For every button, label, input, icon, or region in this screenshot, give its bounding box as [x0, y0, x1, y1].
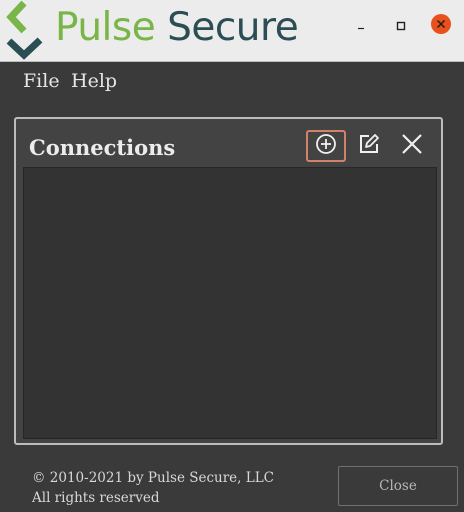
add-circle-icon	[315, 133, 337, 159]
connections-panel: Connections	[14, 117, 443, 445]
window-close-button[interactable]	[430, 13, 452, 39]
maximize-icon	[395, 17, 407, 36]
close-button[interactable]: Close	[338, 466, 458, 506]
brand-pulse: Pulse	[55, 5, 156, 50]
delete-x-icon	[401, 133, 423, 159]
menu-file[interactable]: File	[23, 70, 60, 92]
minimize-icon	[355, 17, 367, 36]
copyright-text: © 2010-2021 by Pulse Secure, LLC	[32, 470, 274, 486]
footer-text: © 2010-2021 by Pulse Secure, LLC All rig…	[32, 468, 274, 508]
edit-connection-button[interactable]	[349, 130, 389, 162]
menu-help[interactable]: Help	[71, 70, 117, 92]
brand-secure: Secure	[167, 5, 299, 50]
title-bar: Pulse Secure	[0, 0, 464, 62]
maximize-button[interactable]	[390, 15, 412, 37]
pulse-secure-logo-icon	[2, 0, 48, 61]
connections-list[interactable]	[23, 167, 437, 439]
close-icon	[430, 13, 452, 39]
menu-bar: File Help	[0, 62, 464, 100]
add-connection-button[interactable]	[306, 130, 346, 162]
delete-connection-button[interactable]	[392, 130, 432, 162]
connections-title: Connections	[29, 135, 176, 160]
app-brand-name: Pulse Secure	[55, 5, 299, 51]
minimize-button[interactable]	[350, 15, 372, 37]
edit-icon	[357, 132, 381, 160]
rights-text: All rights reserved	[32, 490, 160, 506]
